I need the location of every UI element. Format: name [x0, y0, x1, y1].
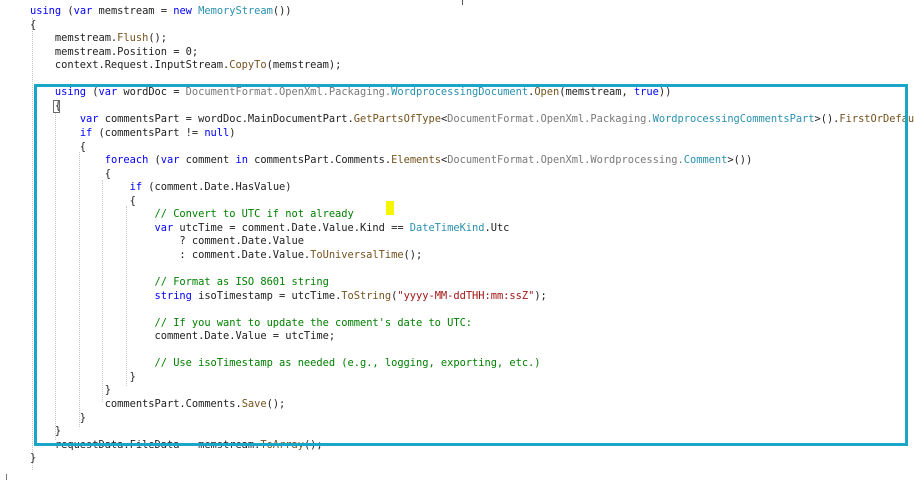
brace-match-caret [53, 100, 60, 113]
code-line: using (var memstream = new MemoryStream(… [30, 4, 292, 18]
code-token: new [173, 5, 192, 17]
code-editor[interactable]: using (var memstream = new MemoryStream(… [0, 0, 914, 480]
code-line: { [30, 18, 36, 32]
code-token: ()) [272, 5, 292, 17]
code-line: memstream.Position = 0; [30, 45, 198, 59]
highlight-box [34, 84, 908, 446]
code-token: memstream. [30, 32, 118, 45]
code-line: memstream.Flush(); [30, 31, 167, 45]
code-token: ( [61, 5, 74, 17]
code-token: using [30, 5, 62, 17]
yellow-cursor-marker [386, 201, 394, 215]
code-token: MemoryStream [198, 5, 273, 17]
code-token: CopyTo [229, 59, 267, 72]
code-token: (); [148, 32, 167, 45]
scroll-tick-mark [462, 0, 463, 5]
code-token: memstream.Position = 0; [30, 45, 199, 58]
code-token: (memstream); [266, 59, 342, 72]
code-token: context.Request.InputStream. [30, 59, 230, 72]
code-token: var [73, 5, 93, 17]
code-token: { [30, 18, 37, 31]
code-line: context.Request.InputStream.CopyTo(memst… [30, 58, 341, 72]
margin-tick-mark [6, 474, 7, 480]
code-token: memstream = [92, 5, 174, 17]
code-token: } [30, 452, 37, 465]
code-token: Flush [117, 32, 149, 45]
code-line: } [30, 451, 36, 465]
